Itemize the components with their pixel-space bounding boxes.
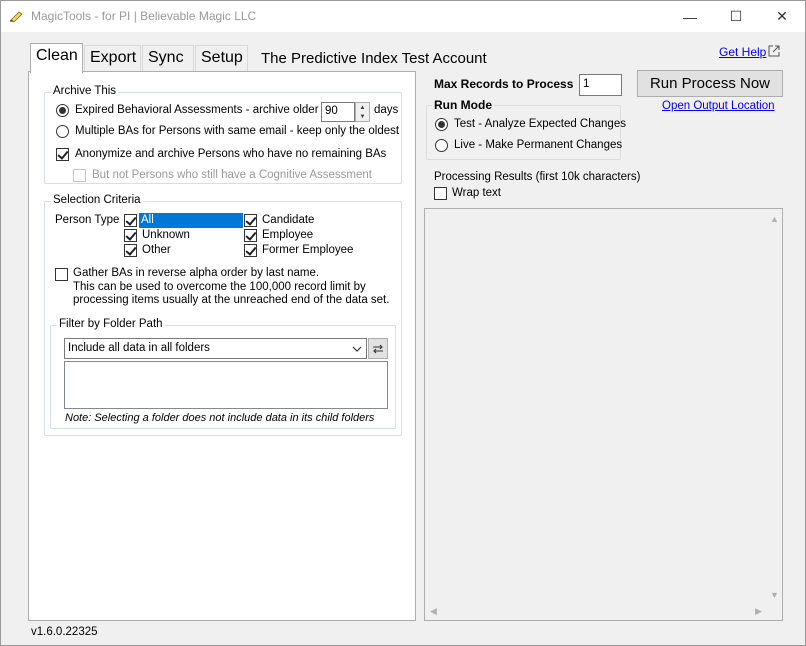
- tab-setup-label: Setup: [201, 49, 243, 66]
- type-former-employee-label: Former Employee: [262, 244, 354, 256]
- results-textarea[interactable]: ▲ ▼ ◀ ▶: [424, 208, 783, 621]
- folder-filter-group: Filter by Folder Path Include all data i…: [50, 318, 396, 429]
- folder-dropdown-value: Include all data in all folders: [68, 342, 210, 354]
- scroll-up-icon[interactable]: ▲: [770, 214, 779, 224]
- chevron-down-icon: [352, 346, 362, 352]
- type-other-label: Other: [142, 244, 171, 256]
- window-title: MagicTools - for PI | Believable Magic L…: [31, 9, 257, 23]
- selection-group: Selection Criteria Person Type All Unkno…: [44, 194, 402, 436]
- scroll-left-icon[interactable]: ◀: [430, 606, 437, 617]
- days-input[interactable]: 90: [321, 102, 355, 122]
- selection-group-title: Selection Criteria: [51, 194, 143, 206]
- folder-note: Note: Selecting a folder does not includ…: [65, 412, 375, 424]
- multiple-ba-radio[interactable]: [56, 125, 69, 138]
- live-mode-radio[interactable]: [435, 139, 448, 152]
- spin-down-icon[interactable]: ▼: [356, 112, 369, 121]
- tab-clean-label: Clean: [36, 47, 78, 64]
- tab-export[interactable]: Export: [84, 45, 141, 71]
- results-label: Processing Results (first 10k characters…: [434, 171, 641, 183]
- type-unknown-label: Unknown: [142, 229, 190, 241]
- reverse-alpha-label: Gather BAs in reverse alpha order by las…: [73, 267, 320, 279]
- refresh-icon: [373, 344, 383, 353]
- scroll-right-icon[interactable]: ▶: [755, 606, 762, 617]
- run-mode-group: Run Mode Test - Analyze Expected Changes…: [426, 98, 626, 160]
- account-name: The Predictive Index Test Account: [261, 50, 487, 67]
- live-mode-label: Live - Make Permanent Changes: [454, 139, 623, 151]
- wrap-text-checkbox[interactable]: [434, 187, 447, 200]
- folder-list[interactable]: [64, 361, 388, 409]
- days-label: days: [374, 104, 399, 116]
- type-candidate-label: Candidate: [262, 214, 315, 226]
- max-records-input[interactable]: 1: [579, 74, 622, 96]
- tab-export-label: Export: [90, 49, 137, 66]
- spin-up-icon[interactable]: ▲: [356, 103, 369, 112]
- title-bar: MagicTools - for PI | Believable Magic L…: [1, 1, 805, 32]
- type-all-checkbox[interactable]: [124, 214, 137, 227]
- reverse-alpha-note-2: processing items usually at the unreache…: [73, 294, 390, 306]
- refresh-folders-button[interactable]: [368, 338, 388, 359]
- cognitive-checkbox[interactable]: [73, 169, 86, 182]
- type-employee-checkbox[interactable]: [244, 229, 257, 242]
- open-output-link[interactable]: Open Output Location: [662, 100, 775, 112]
- anonymize-checkbox[interactable]: [56, 148, 69, 161]
- max-records-label: Max Records to Process: [434, 77, 574, 91]
- type-other-checkbox[interactable]: [124, 244, 137, 257]
- anonymize-label: Anonymize and archive Persons who have n…: [75, 148, 387, 160]
- cognitive-label: But not Persons who still have a Cogniti…: [92, 169, 372, 181]
- app-window: MagicTools - for PI | Believable Magic L…: [0, 0, 806, 646]
- test-mode-radio[interactable]: [435, 118, 448, 131]
- scroll-down-icon[interactable]: ▼: [770, 590, 779, 600]
- multiple-ba-label: Multiple BAs for Persons with same email…: [75, 125, 400, 137]
- folder-dropdown[interactable]: Include all data in all folders: [64, 338, 367, 359]
- external-link-icon[interactable]: [768, 45, 780, 57]
- run-mode-title: Run Mode: [432, 98, 494, 112]
- type-candidate-checkbox[interactable]: [244, 214, 257, 227]
- tab-sync[interactable]: Sync: [142, 45, 194, 71]
- folder-filter-title: Filter by Folder Path: [57, 318, 165, 330]
- expired-ba-radio[interactable]: [56, 104, 69, 117]
- days-spinner[interactable]: ▲ ▼: [355, 102, 370, 122]
- tab-setup[interactable]: Setup: [195, 45, 248, 71]
- maximize-button[interactable]: ☐: [713, 1, 759, 32]
- type-former-employee-checkbox[interactable]: [244, 244, 257, 257]
- type-employee-label: Employee: [262, 229, 314, 241]
- type-all-label: All: [139, 213, 243, 228]
- close-button[interactable]: ✕: [759, 1, 805, 32]
- wrap-text-label: Wrap text: [452, 187, 501, 199]
- person-type-label: Person Type: [55, 214, 120, 226]
- type-unknown-checkbox[interactable]: [124, 229, 137, 242]
- expired-ba-label: Expired Behavioral Assessments - archive…: [75, 104, 345, 116]
- tab-sync-label: Sync: [148, 49, 184, 66]
- version-label: v1.6.0.22325: [31, 626, 98, 638]
- tab-clean[interactable]: Clean: [30, 43, 83, 73]
- test-mode-label: Test - Analyze Expected Changes: [454, 118, 626, 130]
- archive-group-title: Archive This: [51, 85, 119, 97]
- archive-group: Archive This Expired Behavioral Assessme…: [44, 85, 402, 184]
- minimize-button[interactable]: —: [667, 1, 713, 32]
- clean-tab-panel: Archive This Expired Behavioral Assessme…: [28, 71, 416, 621]
- get-help-link[interactable]: Get Help: [719, 45, 766, 59]
- app-logo-icon: [10, 11, 23, 23]
- reverse-alpha-note-1: This can be used to overcome the 100,000…: [73, 281, 366, 293]
- reverse-alpha-checkbox[interactable]: [55, 268, 68, 281]
- run-process-button[interactable]: Run Process Now: [637, 70, 783, 97]
